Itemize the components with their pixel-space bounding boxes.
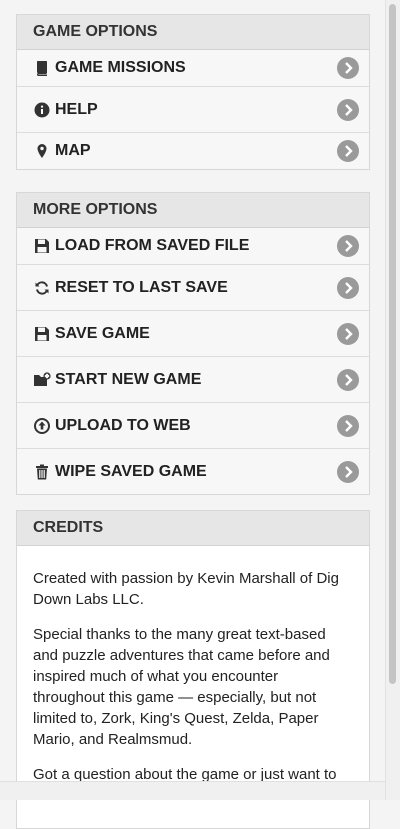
chevron-right-icon (337, 235, 359, 257)
menu-item-load-from-saved-file[interactable]: LOAD FROM SAVED FILE (17, 228, 369, 265)
info-icon (33, 101, 51, 119)
credits-header: CREDITS (17, 511, 369, 546)
menu-item-help[interactable]: HELP (17, 87, 369, 133)
more-options-header: MORE OPTIONS (17, 193, 369, 228)
game-options-header: GAME OPTIONS (17, 15, 369, 50)
floppy-icon (33, 237, 51, 255)
menu-item-save-game[interactable]: SAVE GAME (17, 311, 369, 357)
trash-icon (33, 463, 51, 481)
map-pin-icon (33, 142, 51, 160)
more-options-panel: MORE OPTIONS LOAD FROM SAVED FILE RESET … (16, 192, 370, 495)
upload-circle-icon (33, 417, 51, 435)
folder-plus-icon (33, 371, 51, 389)
chevron-right-icon (337, 140, 359, 162)
chevron-right-icon (337, 368, 359, 391)
floppy-icon (33, 325, 51, 343)
refresh-icon (33, 279, 51, 297)
chevron-right-icon (337, 414, 359, 437)
menu-item-label: GAME MISSIONS (55, 59, 186, 76)
scrollbar-thumb[interactable] (389, 4, 396, 684)
credits-paragraph: Created with passion by Kevin Marshall o… (33, 570, 339, 608)
menu-item-game-missions[interactable]: GAME MISSIONS (17, 50, 369, 87)
menu-item-label: LOAD FROM SAVED FILE (55, 237, 250, 254)
chevron-right-icon (337, 460, 359, 483)
game-options-panel: GAME OPTIONS GAME MISSIONS HELP MAP (16, 14, 370, 170)
chevron-right-icon (337, 57, 359, 79)
menu-item-start-new-game[interactable]: START NEW GAME (17, 357, 369, 403)
scrollbar[interactable] (385, 0, 400, 800)
chevron-right-icon (337, 322, 359, 345)
menu-item-label: HELP (55, 100, 98, 118)
book-icon (33, 59, 51, 77)
menu-item-label: WIPE SAVED GAME (55, 462, 207, 480)
chevron-right-icon (337, 276, 359, 299)
menu-item-reset-to-last-save[interactable]: RESET TO LAST SAVE (17, 265, 369, 311)
menu-item-wipe-saved-game[interactable]: WIPE SAVED GAME (17, 449, 369, 494)
menu-item-upload-to-web[interactable]: UPLOAD TO WEB (17, 403, 369, 449)
menu-item-map[interactable]: MAP (17, 133, 369, 169)
menu-item-label: MAP (55, 142, 91, 159)
credits-paragraph: Special thanks to the many great text-ba… (33, 626, 330, 748)
menu-item-label: START NEW GAME (55, 370, 202, 388)
menu-item-label: UPLOAD TO WEB (55, 416, 191, 434)
bottom-bar (0, 781, 400, 800)
menu-item-label: RESET TO LAST SAVE (55, 278, 228, 296)
chevron-right-icon (337, 98, 359, 121)
menu-item-label: SAVE GAME (55, 324, 150, 342)
